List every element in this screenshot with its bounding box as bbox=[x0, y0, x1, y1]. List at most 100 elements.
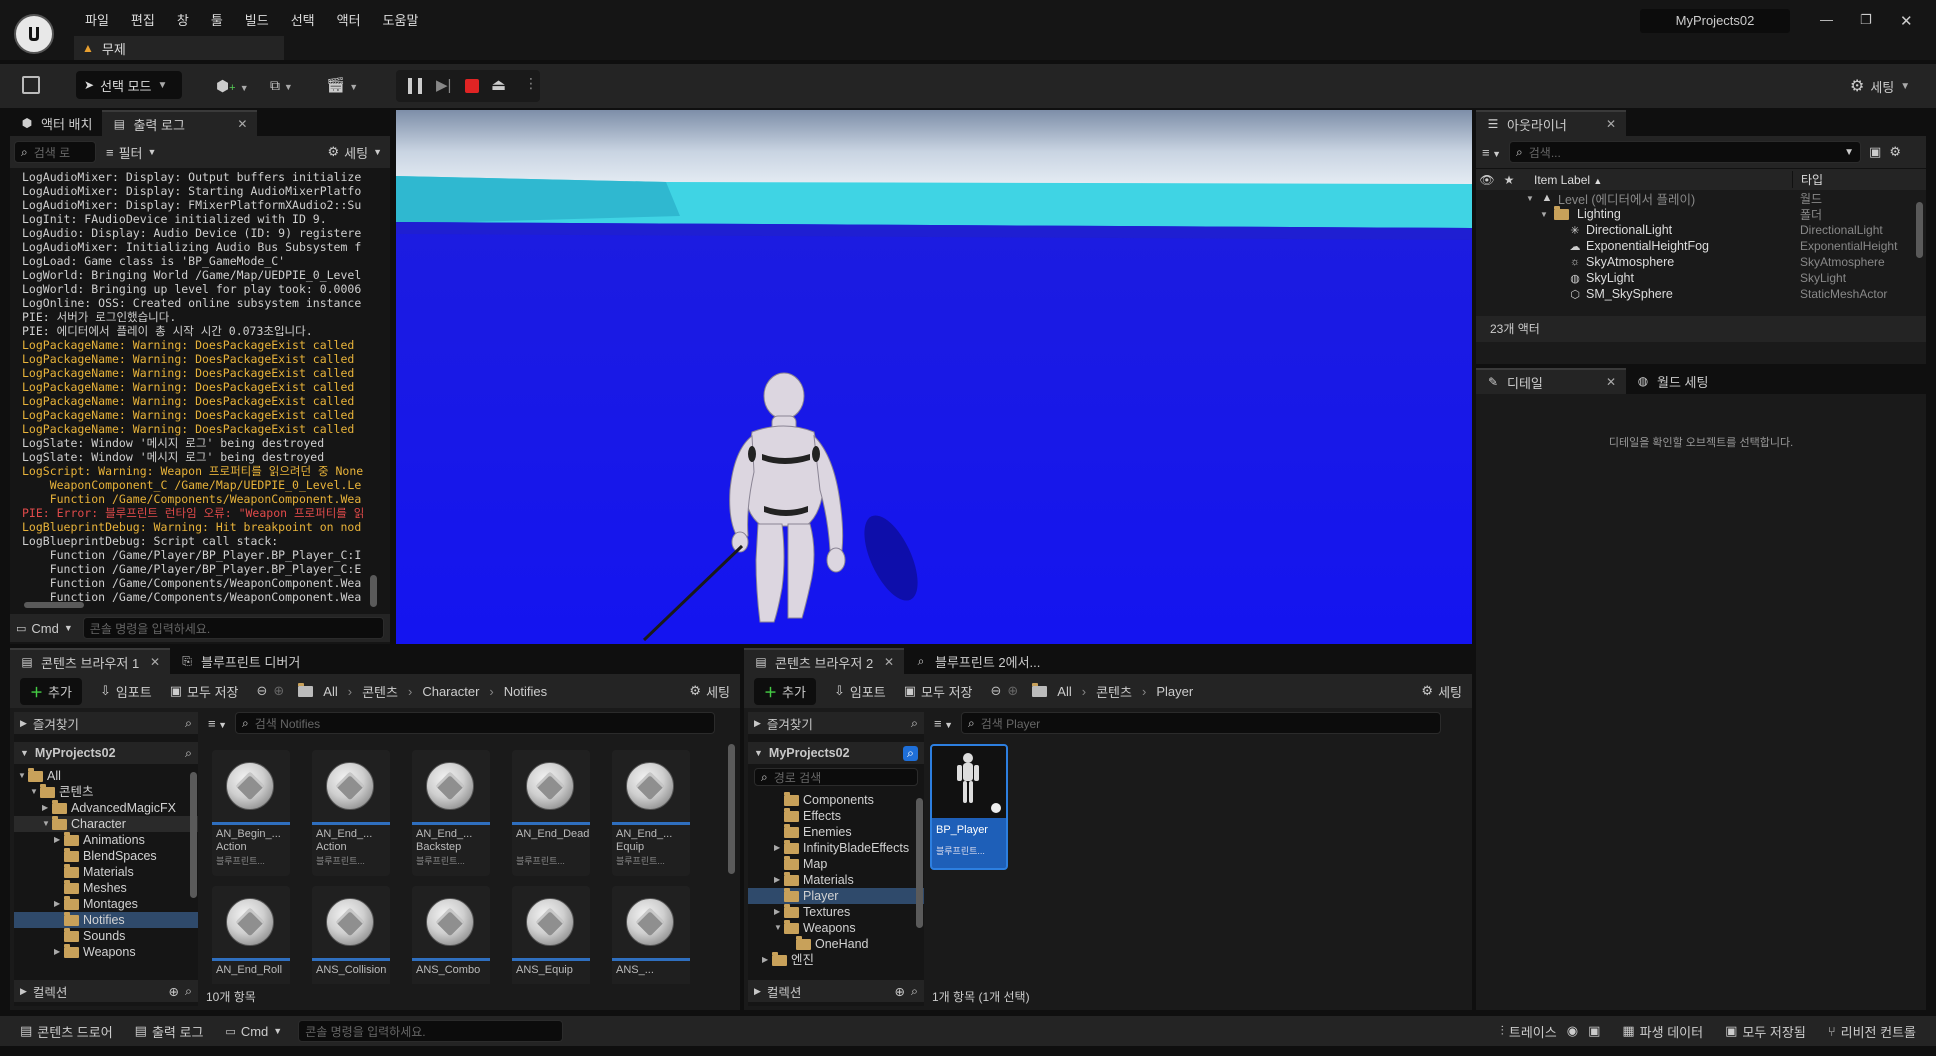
col-type[interactable]: 타입 bbox=[1792, 171, 1823, 188]
collapse-arrow-icon[interactable]: ▶ bbox=[54, 944, 64, 960]
status-console-input[interactable]: 콘솔 명령을 입력하세요. bbox=[298, 1020, 564, 1042]
folder-tree-item[interactable]: Components bbox=[748, 792, 924, 808]
menu-help[interactable]: 도움말 bbox=[372, 10, 430, 29]
project-header[interactable]: ▼ MyProjects02 ⌕ bbox=[14, 742, 198, 764]
collapse-arrow-icon[interactable]: ▶ bbox=[54, 832, 64, 848]
folder-tree-item[interactable]: BlendSpaces bbox=[14, 847, 198, 864]
folder-tree-item[interactable]: ▶ Animations bbox=[14, 831, 198, 848]
outliner-row[interactable]: ☼ SkyAtmosphere SkyAtmosphere bbox=[1476, 254, 1926, 270]
add-collection-icon[interactable]: ⊕ bbox=[169, 984, 179, 999]
cb2-asset-search[interactable]: ⌕ 검색 Player bbox=[961, 712, 1442, 734]
folder-tree-item[interactable]: Player bbox=[748, 887, 924, 904]
asset-tile[interactable]: AN_End_Roll bbox=[212, 886, 290, 984]
tab-blueprint-debugger[interactable]: ⎘ 블루프린트 디버거 bbox=[170, 648, 310, 674]
outliner-row[interactable]: ▼ Lighting 폴더 bbox=[1476, 205, 1926, 222]
collections-header[interactable]: ▶ 컬렉션 ⊕ ⌕ bbox=[14, 980, 198, 1002]
breadcrumb-content[interactable]: 콘텐츠 bbox=[362, 682, 398, 701]
folder-tree-item[interactable]: ▶ Textures bbox=[748, 903, 924, 920]
path-search-input[interactable]: ⌕ 경로 검색 bbox=[754, 768, 918, 786]
cb2-tree-scrollbar[interactable] bbox=[916, 798, 923, 928]
asset-tile[interactable]: ANS_Combo bbox=[412, 886, 490, 984]
minimize-icon[interactable]: — bbox=[1820, 12, 1833, 27]
collapse-arrow-icon[interactable]: ▶ bbox=[762, 952, 772, 968]
expand-arrow-icon[interactable]: ▼ bbox=[18, 768, 28, 784]
search-icon[interactable]: ⌕ bbox=[911, 716, 918, 731]
collapse-arrow-icon[interactable]: ▶ bbox=[774, 904, 784, 920]
breadcrumb-all[interactable]: All bbox=[323, 684, 337, 699]
gear-icon[interactable]: ⚙ bbox=[1889, 144, 1901, 160]
outliner-row[interactable]: ⬡ SM_SkySphere StaticMeshActor bbox=[1476, 286, 1926, 302]
folder-tree-item[interactable]: Map bbox=[748, 855, 924, 872]
folder-tree-item[interactable]: Effects bbox=[748, 807, 924, 824]
import-button[interactable]: ⇩ 임포트 bbox=[100, 682, 152, 701]
outliner-scrollbar[interactable] bbox=[1916, 202, 1923, 258]
save-all-button[interactable]: ▣ 모두 저장 bbox=[170, 682, 239, 701]
cb1-tree-scrollbar[interactable] bbox=[190, 772, 197, 898]
tab-place-actors[interactable]: ⬢ 액터 배치 bbox=[10, 110, 102, 136]
collapse-arrow-icon[interactable]: ▶ bbox=[54, 896, 64, 912]
expand-arrow-icon[interactable]: ▼ bbox=[30, 784, 40, 800]
filter-icon[interactable]: ≡ ▼ bbox=[934, 716, 953, 731]
expand-arrow-icon[interactable]: ▼ bbox=[42, 816, 52, 832]
screenshot-icon[interactable]: ▣ bbox=[1588, 1023, 1600, 1039]
trace-button[interactable]: ⫶ 트레이스 bbox=[1501, 1022, 1557, 1041]
collapse-arrow-icon[interactable]: ▶ bbox=[774, 872, 784, 888]
folder-tree-item[interactable]: OneHand bbox=[748, 935, 924, 952]
menu-select[interactable]: 선택 bbox=[280, 10, 326, 29]
asset-tile[interactable]: AN_Begin_... Action 블루프린트... bbox=[212, 750, 290, 876]
step-icon[interactable]: ▶︎| bbox=[436, 76, 451, 94]
save-all-button[interactable]: ▣ 모두 저장 bbox=[904, 682, 973, 701]
outliner-row[interactable]: ✳ DirectionalLight DirectionalLight bbox=[1476, 222, 1926, 238]
derived-data-button[interactable]: ▦ 파생 데이터 bbox=[1622, 1022, 1703, 1041]
eye-icon[interactable]: 👁︎ bbox=[1476, 173, 1498, 187]
log-output[interactable]: LogAudioMixer: Display: Output buffers i… bbox=[22, 170, 378, 610]
level-viewport[interactable] bbox=[396, 110, 1472, 644]
search-icon[interactable]: ⌕ bbox=[902, 745, 918, 761]
filter-button[interactable]: ≡ 필터 ▼ bbox=[106, 143, 156, 162]
folder-tree-item[interactable]: Notifies bbox=[14, 911, 198, 928]
asset-tile[interactable]: AN_End_... Action 블루프린트... bbox=[312, 750, 390, 876]
tab-content-browser-2[interactable]: ▤ 콘텐츠 브라우저 2 ✕ bbox=[744, 648, 904, 674]
forward-icon[interactable]: ⊕ bbox=[273, 683, 284, 699]
more-options-icon[interactable]: ⋮ bbox=[524, 75, 538, 92]
asset-tile[interactable]: ANS_... bbox=[612, 886, 690, 984]
expand-arrow-icon[interactable]: ▼ bbox=[774, 920, 784, 936]
breadcrumb-content[interactable]: 콘텐츠 bbox=[1096, 682, 1132, 701]
cinematics-icon[interactable]: 🎬︎ ▼ bbox=[326, 76, 358, 94]
cb1-asset-scrollbar[interactable] bbox=[728, 744, 735, 874]
close-tab-icon[interactable]: ✕ bbox=[150, 655, 160, 669]
back-icon[interactable]: ⊖ bbox=[256, 683, 267, 699]
asset-tile[interactable]: ANS_Equip bbox=[512, 886, 590, 984]
menu-file[interactable]: 파일 bbox=[74, 10, 120, 29]
tab-output-log[interactable]: ▤ 출력 로그 ✕ bbox=[102, 110, 258, 136]
breadcrumb-player[interactable]: Player bbox=[1156, 684, 1193, 699]
forward-icon[interactable]: ⊕ bbox=[1007, 683, 1018, 699]
folder-tree-item[interactable]: ▶ Montages bbox=[14, 895, 198, 912]
asset-tile[interactable]: ANS_Collision bbox=[312, 886, 390, 984]
revision-control-button[interactable]: ⑂ 리비전 컨트롤 bbox=[1828, 1022, 1916, 1041]
favorites-header[interactable]: ▶ 즐겨찾기 ⌕ bbox=[14, 712, 198, 734]
log-settings-button[interactable]: ⚙ 세팅 ▼ bbox=[328, 143, 383, 162]
folder-tree-item[interactable]: Enemies bbox=[748, 823, 924, 840]
blueprint-icon[interactable]: ⧉ ▼ bbox=[270, 77, 293, 94]
tab-world-settings[interactable]: ◍ 월드 세팅 bbox=[1626, 368, 1718, 394]
outliner-row[interactable]: ▼ ▲ Level (에디터에서 플레이) 월드 bbox=[1476, 190, 1926, 207]
search-icon[interactable]: ⌕ bbox=[911, 984, 918, 999]
console-input[interactable]: 콘솔 명령을 입력하세요. bbox=[82, 617, 384, 639]
collapse-arrow-icon[interactable]: ▶ bbox=[42, 800, 52, 816]
folder-tree-item[interactable]: Sounds bbox=[14, 927, 198, 944]
pause-icon[interactable] bbox=[408, 78, 422, 94]
cb1-settings-button[interactable]: ⚙ 세팅 bbox=[689, 682, 730, 701]
status-cmd-dropdown[interactable]: ▭ Cmd ▼ bbox=[225, 1024, 282, 1039]
folder-tree-item[interactable]: ▼ 콘텐츠 bbox=[14, 783, 198, 800]
outliner-search-input[interactable]: ⌕ 검색... ▼ bbox=[1509, 141, 1862, 163]
menu-window[interactable]: 창 bbox=[166, 10, 200, 29]
asset-tile-bp-player[interactable]: BP_Player 블루프린트... bbox=[930, 744, 1008, 870]
star-icon[interactable]: ★ bbox=[1498, 173, 1520, 187]
new-folder-icon[interactable]: ▣ bbox=[1869, 144, 1881, 160]
output-log-button[interactable]: ▤ 출력 로그 bbox=[135, 1022, 204, 1041]
expand-arrow-icon[interactable]: ▼ bbox=[1540, 210, 1550, 219]
content-drawer-button[interactable]: ▤ 콘텐츠 드로어 bbox=[20, 1022, 113, 1041]
outliner-row[interactable]: ◍ SkyLight SkyLight bbox=[1476, 270, 1926, 286]
cb2-settings-button[interactable]: ⚙ 세팅 bbox=[1421, 682, 1462, 701]
